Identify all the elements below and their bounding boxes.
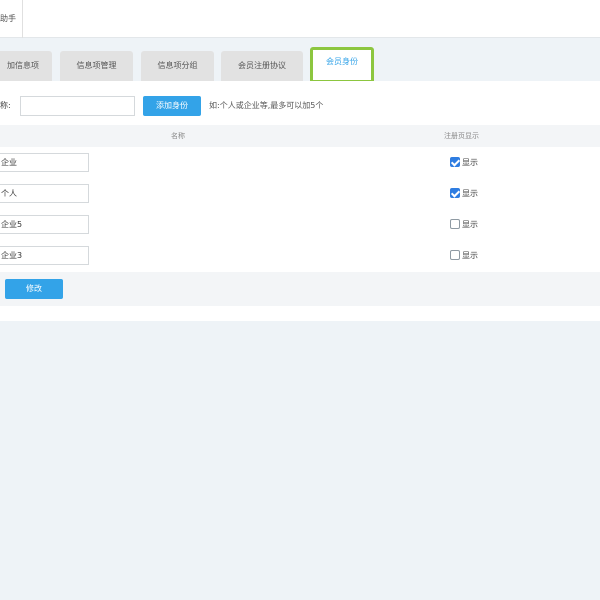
breadcrumb: 助手 (0, 0, 23, 38)
show-checkbox[interactable] (450, 250, 460, 260)
column-header-name: 名称 (171, 132, 185, 140)
tab-info-item-management[interactable]: 信息项管理 (60, 51, 133, 81)
tab-info-item-groups[interactable]: 信息项分组 (141, 51, 214, 81)
add-identity-row: 称: 添加身份 如:个人或企业等,最多可以加5个 (0, 95, 600, 117)
show-checkbox[interactable] (450, 219, 460, 229)
show-checkbox-label: 显示 (462, 220, 478, 229)
add-identity-button[interactable]: 添加身份 (143, 96, 201, 116)
identity-name-field[interactable] (0, 184, 89, 203)
tab-member-agreement[interactable]: 会员注册协议 (221, 51, 303, 81)
show-checkbox-label: 显示 (462, 158, 478, 167)
show-checkbox[interactable] (450, 188, 460, 198)
tab-add-info-item[interactable]: 加信息项 (0, 51, 52, 81)
table-header: 名称 注册页显示 (0, 125, 600, 147)
table-row: 显示 (0, 209, 600, 240)
modify-button[interactable]: 修改 (5, 279, 63, 299)
tab-member-identity[interactable]: 会员身份 (310, 47, 374, 83)
table-row: 显示 (0, 147, 600, 178)
show-checkbox[interactable] (450, 157, 460, 167)
identity-panel: 称: 添加身份 如:个人或企业等,最多可以加5个 名称 注册页显示 显示 显示 … (0, 81, 600, 321)
top-header: 助手 (0, 0, 600, 38)
identity-name-label: 称: (0, 101, 11, 110)
table-row: 显示 (0, 178, 600, 209)
add-identity-hint: 如:个人或企业等,最多可以加5个 (209, 101, 324, 110)
identity-name-input[interactable] (20, 96, 135, 116)
identity-name-field[interactable] (0, 153, 89, 172)
show-checkbox-label: 显示 (462, 189, 478, 198)
identity-name-field[interactable] (0, 246, 89, 265)
identity-name-field[interactable] (0, 215, 89, 234)
tab-bar: 加信息项 信息项管理 信息项分组 会员注册协议 会员身份 (0, 47, 600, 83)
show-checkbox-label: 显示 (462, 251, 478, 260)
table-footer: 修改 (0, 272, 600, 306)
column-header-show: 注册页显示 (444, 132, 479, 140)
table-row: 显示 (0, 240, 600, 271)
